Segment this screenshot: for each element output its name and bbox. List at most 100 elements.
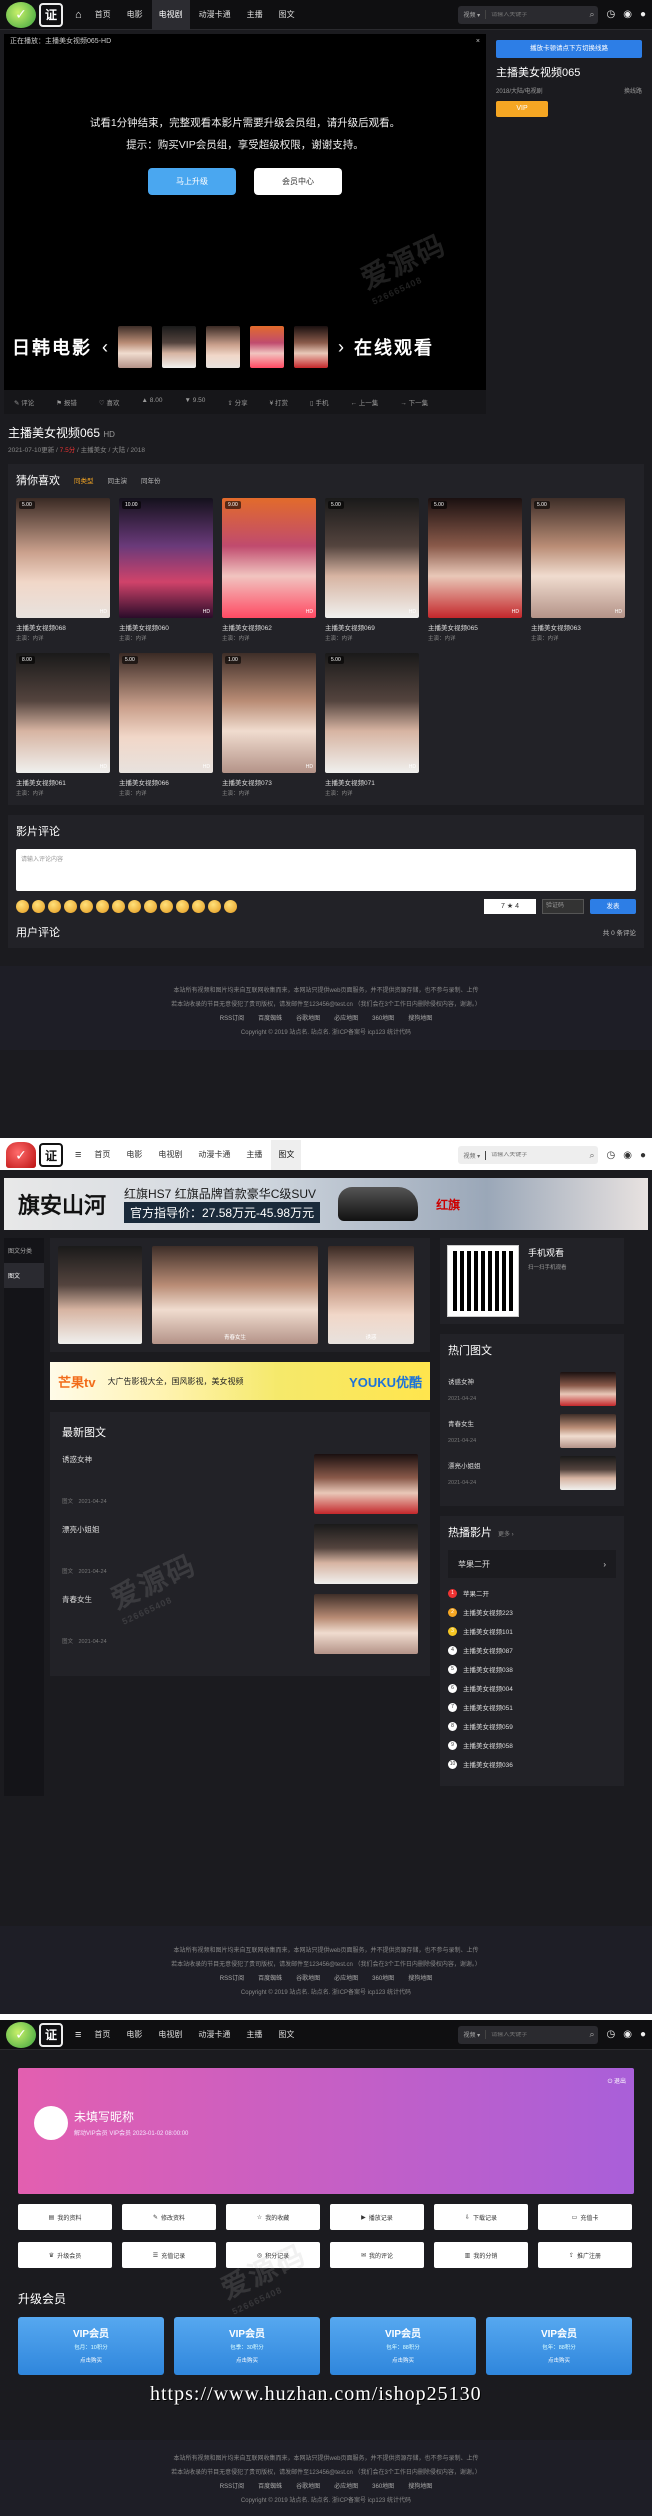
search-type-select[interactable]: 视频 ▾ xyxy=(458,1150,487,1160)
rank-more-link[interactable]: 更多 › xyxy=(498,1529,514,1538)
search-icon[interactable]: ⌕ xyxy=(585,2029,598,2040)
car-ad-banner[interactable]: 旗安山河 红旗HS7 红旗品牌首款豪华C级SUV 官方指导价：27.58万元-4… xyxy=(4,1178,648,1230)
footer-link[interactable]: RSS订阅 xyxy=(220,2480,244,2494)
my-profile-button[interactable]: ▤ 我的资料 xyxy=(18,2204,112,2230)
category-item-gallery[interactable]: 图文 xyxy=(4,1263,44,1288)
nav-tv[interactable]: 电视剧 xyxy=(151,1140,189,1170)
my-distribution-button[interactable]: ▥ 我的分销 xyxy=(434,2242,528,2268)
nav-tv[interactable]: 电视剧 xyxy=(151,0,190,30)
search-type-select[interactable]: 视频 ▾ xyxy=(458,2030,487,2039)
featured-pic[interactable]: 诱惑 xyxy=(328,1246,414,1344)
download-history-button[interactable]: ⇩ 下载记录 xyxy=(434,2204,528,2230)
nav-gallery[interactable]: 图文 xyxy=(272,0,302,30)
nav-movie[interactable]: 电影 xyxy=(119,1140,149,1170)
emoji-icon[interactable] xyxy=(224,900,237,913)
nav-home[interactable]: 首页 xyxy=(87,1140,117,1170)
play-history-button[interactable]: ▶ 播放记录 xyxy=(330,2204,424,2230)
nav-home[interactable]: 首页 xyxy=(87,2020,117,2050)
footer-link[interactable]: 百度蜘蛛 xyxy=(258,1972,282,1986)
footer-link[interactable]: RSS订阅 xyxy=(220,1012,244,1026)
upgrade-button[interactable]: 马上升级 xyxy=(148,168,236,195)
hot-item[interactable]: 诱惑女神 2021-04-24 xyxy=(448,1372,616,1406)
vip-plan-card[interactable]: VIP会员 包年：88积分 点击购买 xyxy=(486,2317,632,2375)
emoji-icon[interactable] xyxy=(192,900,205,913)
rank-item[interactable]: 1 苹果二开 xyxy=(448,1588,616,1598)
emoji-icon[interactable] xyxy=(160,900,173,913)
promote-register-button[interactable]: ⇪ 推广注册 xyxy=(538,2242,632,2268)
captcha-image[interactable]: 7 ★ 4 xyxy=(484,899,536,914)
nav-anime[interactable]: 动漫卡通 xyxy=(192,0,238,30)
nav-home[interactable]: 首页 xyxy=(88,0,118,30)
rss-icon[interactable]: ◉ xyxy=(623,1150,632,1161)
video-card[interactable]: 8.00 HD 主播美女视频061 主演：内详 xyxy=(16,653,110,797)
emoji-icon[interactable] xyxy=(48,900,61,913)
nav-anime[interactable]: 动漫卡通 xyxy=(191,1140,237,1170)
search-input[interactable] xyxy=(486,11,586,18)
player-ad-strip[interactable]: 日韩电影 ‹ › 在线观看 xyxy=(4,318,486,376)
vip-plan-card[interactable]: VIP会员 包月：10积分 点击购买 xyxy=(18,2317,164,2375)
vip-plan-card[interactable]: VIP会员 包年：88积分 点击购买 xyxy=(330,2317,476,2375)
emoji-icon[interactable] xyxy=(16,900,29,913)
footer-link[interactable]: 搜狗地图 xyxy=(408,2480,432,2494)
rank-item[interactable]: 10 主播美女视频036 xyxy=(448,1759,616,1769)
nav-host[interactable]: 主播 xyxy=(240,0,270,30)
search-icon[interactable]: ⌕ xyxy=(585,1150,598,1161)
user-icon[interactable]: ● xyxy=(640,9,646,20)
footer-link[interactable]: 360地图 xyxy=(372,2480,394,2494)
rss-icon[interactable]: ◉ xyxy=(623,9,632,20)
action-report[interactable]: ⚑ 报错 xyxy=(56,397,77,407)
video-card[interactable]: 5.00 HD 主播美女视频071 主演：内详 xyxy=(325,653,419,797)
rank-item[interactable]: 8 主播美女视频059 xyxy=(448,1721,616,1731)
emoji-icon[interactable] xyxy=(176,900,189,913)
nav-anime[interactable]: 动漫卡通 xyxy=(191,2020,237,2050)
send-comment-button[interactable]: 发表 xyxy=(590,899,636,914)
action-share[interactable]: ⇪ 分享 xyxy=(227,397,247,407)
video-card[interactable]: 5.00 HD 主播美女视频066 主演：内详 xyxy=(119,653,213,797)
tab-same-year[interactable]: 同年份 xyxy=(141,475,161,485)
close-icon[interactable]: × xyxy=(476,38,480,45)
switch-line-link[interactable]: 换线路 xyxy=(624,86,642,95)
hot-item[interactable]: 青春女生 2021-04-24 xyxy=(448,1414,616,1448)
action-mobile[interactable]: ▯ 手机 xyxy=(310,397,328,407)
menu-icon[interactable]: ≡ xyxy=(71,1149,85,1161)
rank-item[interactable]: 3 主播美女视频101 xyxy=(448,1626,616,1636)
footer-link[interactable]: 必应地图 xyxy=(334,2480,358,2494)
emoji-icon[interactable] xyxy=(208,900,221,913)
footer-link[interactable]: 搜狗地图 xyxy=(408,1972,432,1986)
search-input[interactable] xyxy=(486,2031,586,2038)
video-card[interactable]: 5.00 HD 主播美女视频065 主演：内详 xyxy=(428,498,522,642)
rank-item[interactable]: 2 主播美女视频223 xyxy=(448,1607,616,1617)
footer-link[interactable]: 必应地图 xyxy=(334,1012,358,1026)
vip-plan-card[interactable]: VIP会员 包季：30积分 点击购买 xyxy=(174,2317,320,2375)
emoji-icon[interactable] xyxy=(144,900,157,913)
action-next[interactable]: → 下一集 xyxy=(400,397,428,407)
video-card[interactable]: 5.00 HD 主播美女视频068 主演：内详 xyxy=(16,498,110,642)
action-down[interactable]: ▼ 9.50 xyxy=(184,397,205,407)
history-icon[interactable]: ◷ xyxy=(606,2029,615,2040)
action-like[interactable]: ♡ 喜欢 xyxy=(99,397,120,407)
member-center-button[interactable]: 会员中心 xyxy=(254,168,342,195)
recharge-card-button[interactable]: ▭ 充值卡 xyxy=(538,2204,632,2230)
action-tip[interactable]: ¥ 打赏 xyxy=(270,397,288,407)
footer-link[interactable]: 360地图 xyxy=(372,1972,394,1986)
nav-movie[interactable]: 电影 xyxy=(119,2020,149,2050)
video-card[interactable]: 1.00 HD 主播美女视频073 主演：内详 xyxy=(222,653,316,797)
footer-link[interactable]: 360地图 xyxy=(372,1012,394,1026)
rank-select[interactable]: 苹果二开 › xyxy=(448,1550,616,1578)
recharge-history-button[interactable]: ☰ 充值记录 xyxy=(122,2242,216,2268)
rank-item[interactable]: 9 主播美女视频058 xyxy=(448,1740,616,1750)
comment-input[interactable]: 请输入评论内容 xyxy=(16,849,636,891)
search-icon[interactable]: ⌕ xyxy=(585,9,598,20)
rank-item[interactable]: 7 主播美女视频051 xyxy=(448,1702,616,1712)
featured-pic[interactable]: 青春女生 xyxy=(152,1246,318,1344)
favorites-button[interactable]: ☆ 我的收藏 xyxy=(226,2204,320,2230)
video-card[interactable]: 5.00 HD 主播美女视频063 主演：内详 xyxy=(531,498,625,642)
history-icon[interactable]: ◷ xyxy=(606,9,615,20)
action-comment[interactable]: ✎ 评论 xyxy=(14,397,34,407)
footer-link[interactable]: 百度蜘蛛 xyxy=(258,1012,282,1026)
news-item[interactable]: 诱惑女神 图文 2021-04-24 xyxy=(62,1454,418,1514)
menu-icon[interactable]: ≡ xyxy=(71,2029,85,2041)
nav-movie[interactable]: 电影 xyxy=(120,0,150,30)
video-card[interactable]: 5.00 HD 主播美女视频069 主演：内详 xyxy=(325,498,419,642)
footer-link[interactable]: 必应地图 xyxy=(334,1972,358,1986)
